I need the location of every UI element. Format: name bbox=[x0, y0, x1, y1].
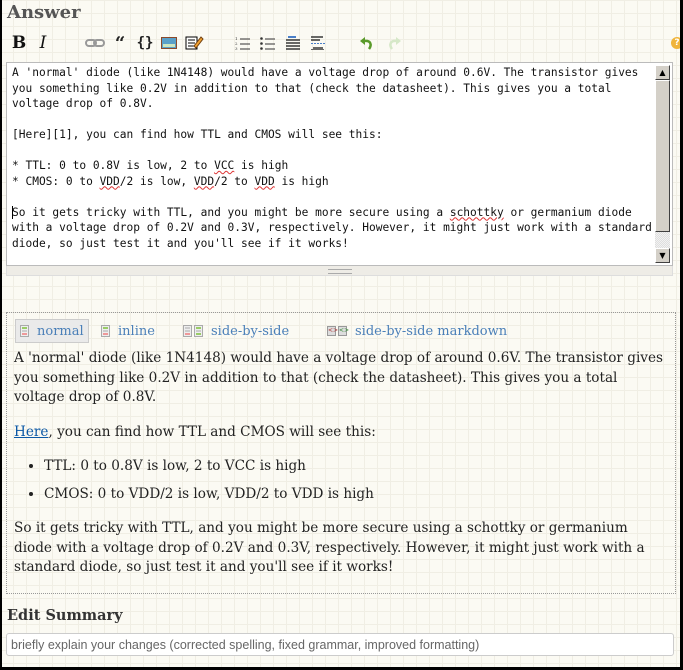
heading-button[interactable] bbox=[284, 32, 302, 54]
numbered-list-button[interactable]: 123 bbox=[234, 32, 252, 54]
normal-view-icon bbox=[20, 325, 29, 337]
editor-toolbar: B I “ {} 123 bbox=[8, 32, 678, 56]
inline-view-icon bbox=[101, 325, 110, 337]
image-icon bbox=[161, 37, 177, 49]
editor-paragraph-3: So it gets tricky with TTL, and you migh… bbox=[12, 205, 652, 250]
image-button[interactable] bbox=[160, 32, 178, 54]
markdown-editor[interactable]: A 'normal' diode (like 1N4148) would hav… bbox=[6, 62, 673, 266]
bulleted-list-icon bbox=[260, 37, 275, 50]
preview-view-tabs: normal inline side-by-side <> <> side-by-… bbox=[15, 319, 615, 345]
code-button[interactable]: {} bbox=[136, 32, 154, 54]
list-item: CMOS: 0 to VDD/2 is low, VDD/2 to VDD is… bbox=[44, 485, 666, 505]
tab-label: inline bbox=[118, 323, 155, 339]
bold-icon: B bbox=[11, 33, 27, 53]
list-item: TTL: 0 to 0.8V is low, 2 to VCC is high bbox=[44, 457, 666, 477]
bulleted-list-button[interactable] bbox=[259, 32, 277, 54]
preview-pane: normal inline side-by-side <> <> side-by-… bbox=[6, 312, 676, 594]
answer-heading: Answer bbox=[7, 2, 81, 23]
redo-button[interactable] bbox=[385, 32, 403, 54]
tab-label: side-by-side markdown bbox=[355, 323, 508, 339]
undo-icon bbox=[360, 37, 372, 50]
link-button[interactable] bbox=[84, 32, 106, 54]
grip-icon bbox=[327, 269, 352, 274]
redo-icon bbox=[389, 37, 401, 50]
editor-paragraph-2: [Here][1], you can find how TTL and CMOS… bbox=[12, 128, 383, 141]
horizontal-rule-button[interactable] bbox=[309, 32, 327, 54]
editor-bullet-1: * TTL: 0 to 0.8V is low, 2 to VCC is hig… bbox=[12, 159, 289, 172]
html-snippet-icon bbox=[185, 36, 204, 50]
preview-paragraph-2: Here, you can find how TTL and CMOS will… bbox=[14, 423, 376, 440]
blockquote-button[interactable]: “ bbox=[111, 32, 129, 54]
here-link[interactable]: Here bbox=[14, 424, 48, 440]
scrollbar-thumb[interactable] bbox=[655, 80, 670, 232]
rendered-preview: A 'normal' diode (like 1N4148) would hav… bbox=[14, 349, 666, 593]
help-icon-label: ? bbox=[674, 38, 680, 48]
markdown-view-icon: <> <> bbox=[327, 326, 350, 336]
blockquote-icon: “ bbox=[114, 32, 126, 54]
edit-summary-heading: Edit Summary bbox=[7, 607, 123, 624]
editor-bullet-2: * CMOS: 0 to VDD/2 is low, VDD/2 to VDD … bbox=[12, 174, 329, 188]
editor-paragraph-1: A 'normal' diode (like 1N4148) would hav… bbox=[12, 66, 646, 110]
tab-inline[interactable]: inline bbox=[101, 319, 155, 343]
undo-button[interactable] bbox=[358, 32, 376, 54]
numbered-list-icon: 123 bbox=[235, 36, 250, 50]
heading-icon bbox=[286, 36, 300, 50]
tab-normal[interactable]: normal bbox=[15, 319, 89, 343]
tab-label: side-by-side bbox=[211, 323, 290, 339]
italic-icon: I bbox=[39, 33, 47, 53]
preview-list: TTL: 0 to 0.8V is low, 2 to VCC is high … bbox=[14, 457, 666, 504]
tab-side-by-side-markdown[interactable]: <> <> side-by-side markdown bbox=[327, 319, 507, 343]
tab-label: normal bbox=[37, 323, 84, 339]
italic-button[interactable]: I bbox=[35, 32, 51, 54]
bold-button[interactable]: B bbox=[10, 32, 28, 54]
editor-textarea[interactable]: A 'normal' diode (like 1N4148) would hav… bbox=[12, 65, 652, 263]
html-snippet-button[interactable] bbox=[183, 32, 205, 54]
scroll-up-arrow-icon[interactable]: ▲ bbox=[655, 65, 670, 80]
scroll-down-arrow-icon[interactable]: ▼ bbox=[655, 248, 670, 263]
help-icon[interactable]: ? bbox=[671, 37, 683, 49]
editor-scrollbar[interactable]: ▲ ▼ bbox=[655, 65, 670, 263]
code-icon: {} bbox=[136, 35, 154, 51]
link-icon bbox=[85, 39, 105, 47]
preview-paragraph-3: So it gets tricky with TTL, and you migh… bbox=[14, 520, 645, 575]
tab-side-by-side[interactable]: side-by-side bbox=[183, 319, 289, 343]
edit-summary-input[interactable] bbox=[6, 633, 674, 656]
side-by-side-view-icon bbox=[183, 325, 203, 337]
editor-resize-handle[interactable] bbox=[6, 266, 673, 276]
svg-text:3: 3 bbox=[235, 46, 238, 50]
horizontal-rule-icon bbox=[311, 36, 325, 50]
preview-paragraph-1: A 'normal' diode (like 1N4148) would hav… bbox=[14, 350, 663, 405]
